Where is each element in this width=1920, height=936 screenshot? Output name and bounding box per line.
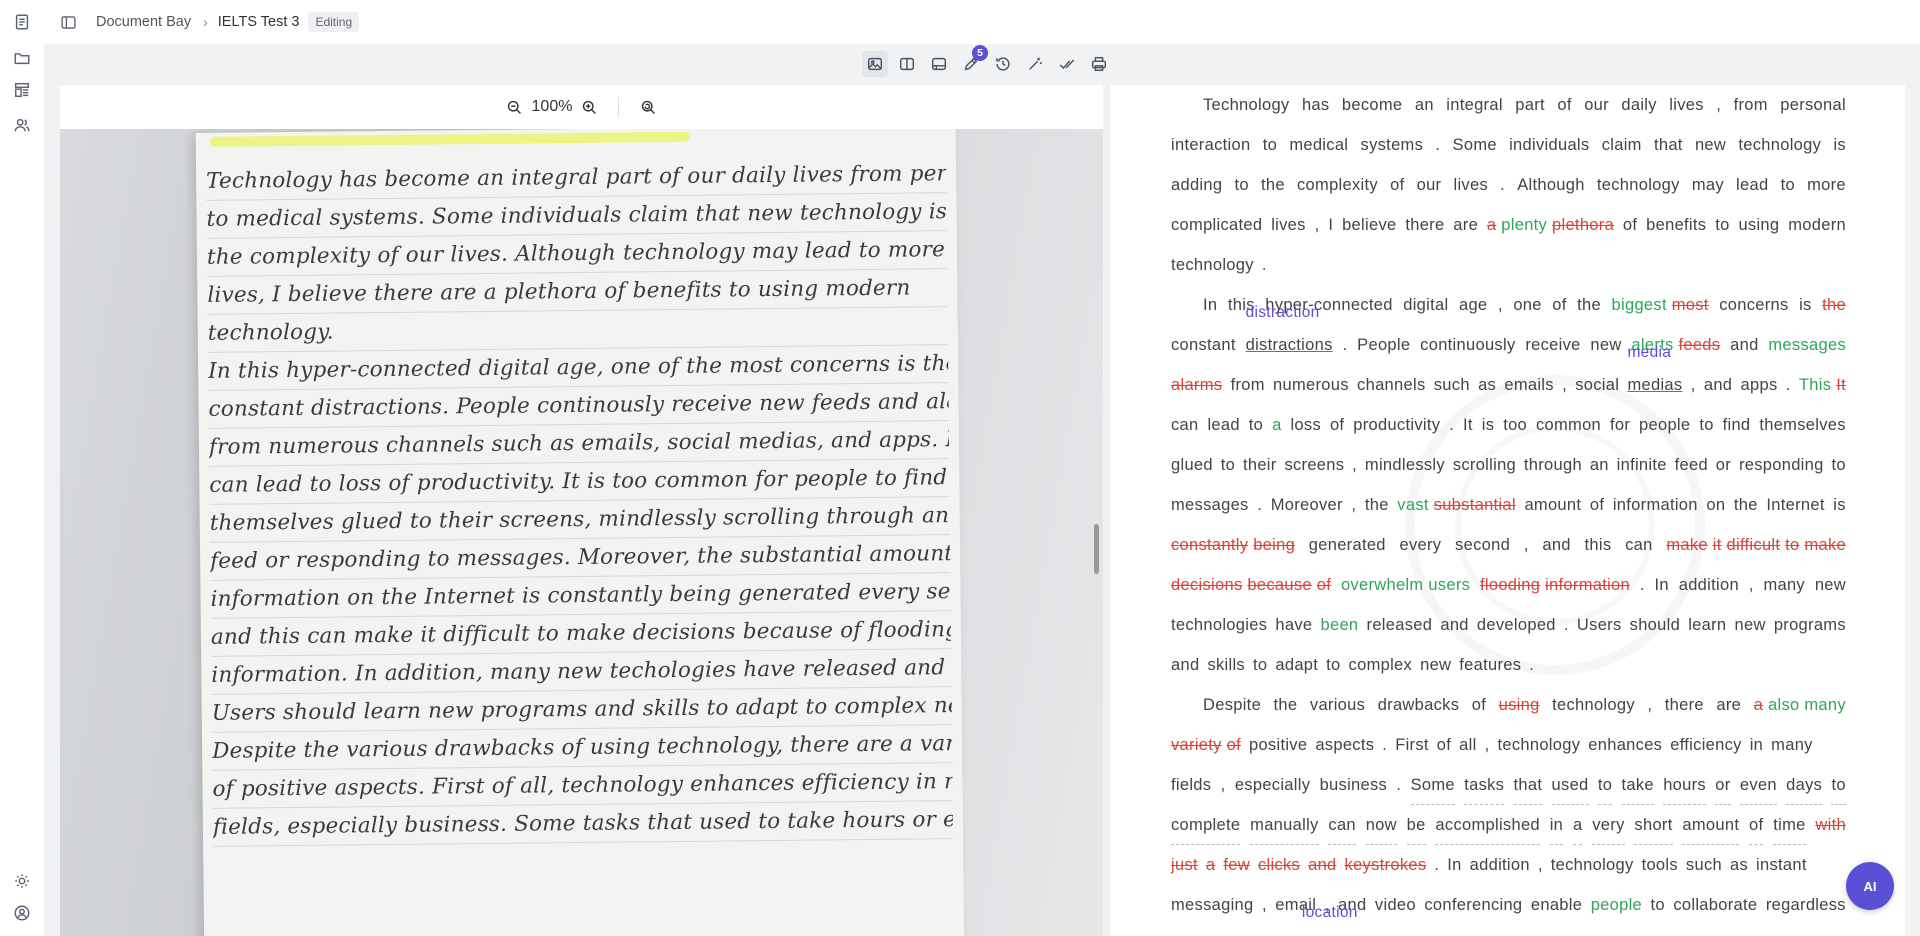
image-pane: 100% Technology has become an integral p…: [60, 85, 1103, 936]
essay-line: just a few clicks and keystrokes. In addition, t…: [1171, 856, 1807, 874]
zoom-level: 100%: [531, 98, 573, 115]
essay-line: interaction to medical systems. Some individu…: [1171, 136, 1846, 154]
corrected-text-pane: Technology has become an integral part of our da…: [1110, 85, 1905, 936]
correction-note: location: [1301, 904, 1358, 921]
essay-line: complicated lives, Ibelieve there are a plent…: [1171, 216, 1846, 234]
essay-line: fields, especially business. Some tasks that u…: [1171, 765, 1846, 805]
status-badge: Editing: [308, 12, 360, 32]
split-view-icon[interactable]: [894, 51, 920, 77]
essay-line: and skills to adapt to complex new features.: [1171, 656, 1535, 674]
image-view-icon[interactable]: [862, 51, 888, 77]
reset-zoom-icon[interactable]: [637, 96, 659, 118]
essay-line: variety of positive aspects. First of all, tec…: [1171, 736, 1813, 754]
essay-line: constantly being generated every second, and…: [1171, 536, 1846, 554]
paper-sheet: Technology has become an integral part o…: [195, 129, 965, 936]
essay-line: alarms from numerous channels such as emails, s…: [1171, 344, 1846, 394]
zoom-in-icon[interactable]: [578, 96, 600, 118]
essay-line: Technology has become an integral part of our da…: [1203, 96, 1846, 114]
document-icon[interactable]: [12, 12, 32, 32]
check-all-icon[interactable]: [1054, 51, 1080, 77]
left-rail: [0, 0, 44, 936]
history-icon[interactable]: [990, 51, 1016, 77]
essay-text: Technology has become an integral part of our da…: [1171, 85, 1846, 936]
handwriting-photo: Technology has become an integral part o…: [60, 129, 1103, 936]
scroll-handle[interactable]: [1094, 524, 1099, 574]
essay-line: decisions because of overwhelm users flood…: [1171, 576, 1846, 594]
layout-icon[interactable]: [926, 51, 952, 77]
annotation-count-badge: 5: [972, 45, 988, 61]
print-icon[interactable]: [1086, 51, 1112, 77]
breadcrumb-root[interactable]: Document Bay: [96, 14, 191, 30]
account-icon[interactable]: [12, 903, 32, 923]
essay-line: Despite the various drawbacks of using technol…: [1203, 696, 1846, 714]
essay-line: complete manually can now be accomplished in a v…: [1171, 805, 1846, 845]
correction-note: media: [1627, 344, 1672, 361]
view-toolbar: 5: [862, 45, 1118, 77]
correction-note: distraction: [1245, 304, 1320, 321]
users-icon[interactable]: [12, 115, 32, 135]
zoom-out-icon[interactable]: [504, 96, 526, 118]
handwritten-lines: Technology has become an integral part o…: [205, 155, 954, 847]
essay-line: glued to their screens, mindlessly scrolling t…: [1171, 456, 1846, 474]
essay-line: messaging, email, and video conferencing enab…: [1171, 896, 1846, 914]
folder-icon[interactable]: [12, 48, 32, 68]
ai-assistant-button[interactable]: AI: [1846, 862, 1894, 910]
essay-line: constant distraction distractions. People co…: [1171, 304, 1846, 354]
template-icon[interactable]: [12, 80, 32, 100]
essay-line: oftheir physicallocationlocations.Itallo…: [1171, 904, 1846, 936]
top-bar: Document Bay › IELTS Test 3 Editing: [44, 0, 1920, 44]
essay-line: can lead to a loss of productivity. It is too comm…: [1171, 416, 1846, 434]
essay-line: messages. Moreover, the vast substantial amo…: [1171, 496, 1846, 514]
magic-wand-icon[interactable]: [1022, 51, 1048, 77]
chevron-right-icon: ›: [203, 14, 208, 30]
sidebar-toggle-icon[interactable]: [58, 12, 78, 32]
settings-icon[interactable]: [12, 871, 32, 891]
essay-line: adding to the complexity of our lives. Although…: [1171, 176, 1846, 194]
highlighter-mark: [209, 131, 690, 147]
breadcrumb-current: IELTS Test 3: [217, 14, 300, 30]
essay-line: technology.: [1171, 256, 1267, 274]
annotations-icon[interactable]: 5: [958, 45, 988, 77]
essay-line: technologies have been released and developed…: [1171, 616, 1846, 634]
zoom-bar: 100%: [60, 85, 1103, 129]
handwritten-line: fields, especially business. Some tasks …: [212, 801, 954, 847]
divider: [618, 97, 620, 117]
